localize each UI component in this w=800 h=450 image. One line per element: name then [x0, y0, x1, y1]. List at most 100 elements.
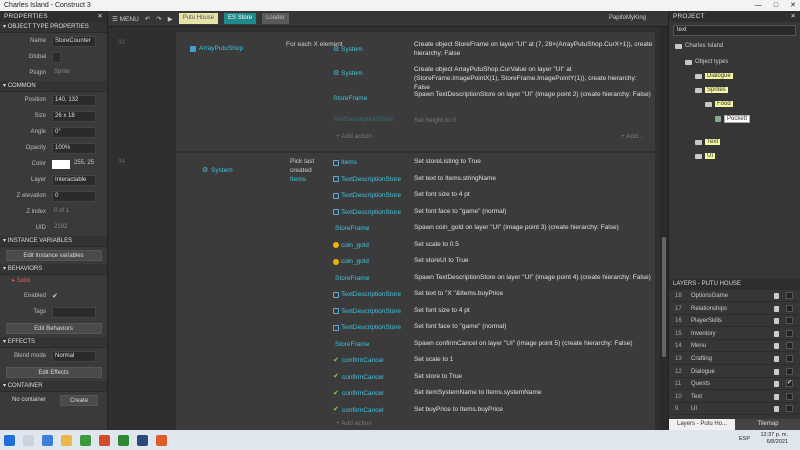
ev34-action-object-11[interactable]: StoreFrame — [333, 341, 403, 348]
layer-row[interactable]: 17 Relationships — [669, 304, 800, 315]
visibility-checkbox[interactable] — [786, 329, 793, 337]
ev34-action-text-12[interactable]: Set scale to 1 — [414, 355, 654, 364]
minimize-button[interactable]: — — [755, 0, 762, 11]
ev34-action-object-13[interactable]: ✔ confirmCancel — [333, 373, 403, 381]
section-instance-vars[interactable]: ▾ INSTANCE VARIABLES — [0, 236, 107, 247]
ev34-action-object-4[interactable]: StoreFrame — [333, 225, 403, 232]
layer-row[interactable]: 16 PlayerSkills — [669, 316, 800, 328]
layer-select[interactable]: Interactable — [52, 174, 96, 186]
tab-tilemap[interactable]: Tilemap — [735, 419, 800, 430]
ev34-action-object-15[interactable]: ✔ confirmCancel — [333, 406, 403, 414]
tags-field[interactable] — [52, 306, 96, 318]
redo-icon[interactable]: ↷ — [156, 15, 161, 23]
visibility-checkbox[interactable] — [786, 405, 793, 413]
close-panel-icon[interactable]: ✕ — [790, 11, 796, 22]
ev34-action-text-9[interactable]: Set font size to 4 pt — [414, 306, 654, 315]
tab-loader[interactable]: Loader — [262, 13, 289, 24]
undo-icon[interactable]: ↶ — [145, 15, 150, 23]
visibility-checkbox[interactable] — [786, 317, 793, 325]
layer-row[interactable]: 12 Dialogue — [669, 367, 800, 378]
ev33-action-text-0[interactable]: Create object StoreFrame on layer "UI" a… — [414, 40, 654, 58]
global-checkbox[interactable] — [52, 51, 61, 63]
edit-effects-button[interactable]: Edit Effects — [5, 367, 102, 378]
ev33-action-text-1[interactable]: Create object ArrayPutuShop.CurValue on … — [414, 65, 654, 92]
lock-icon[interactable] — [774, 393, 779, 400]
terminal-icon[interactable] — [80, 434, 91, 446]
close-button[interactable]: ✕ — [790, 0, 796, 11]
ev34-condition-text[interactable]: Pick last created — [290, 157, 336, 175]
ev34-action-text-10[interactable]: Set font face to "game" (normal) — [414, 322, 654, 331]
zelev-field[interactable]: 0 — [52, 190, 96, 202]
lock-icon[interactable] — [774, 356, 779, 362]
lock-icon[interactable] — [774, 305, 779, 312]
ev34-action-object-2[interactable]: TextDescriptionStore — [333, 192, 403, 199]
windows-start-icon[interactable] — [4, 434, 15, 446]
lock-icon[interactable] — [774, 293, 779, 299]
ev34-action-text-4[interactable]: Spawn coin_gold on layer "UI" (image poi… — [414, 223, 654, 232]
app-icon[interactable] — [42, 434, 53, 446]
ev34-action-text-1[interactable]: Set text to Items.stringName — [414, 174, 654, 183]
ev34-action-text-6[interactable]: Set storeUI to True — [414, 256, 654, 265]
lock-icon[interactable] — [774, 330, 779, 337]
user-name[interactable]: PapitoMyKing — [609, 15, 646, 21]
menu-button[interactable]: ☰ MENU — [112, 15, 139, 23]
name-field[interactable]: StoreCounter — [52, 35, 96, 47]
layer-row[interactable]: 11 Quests ✔ — [669, 379, 800, 391]
color-value[interactable]: 255, 25 — [72, 159, 96, 170]
size-field[interactable]: 26 x 18 — [52, 110, 96, 122]
layer-row[interactable]: 13 Crafting — [669, 354, 800, 365]
visibility-checkbox[interactable] — [786, 355, 793, 362]
ev34-action-object-5[interactable]: coin_gold — [333, 242, 403, 249]
lock-icon[interactable] — [774, 343, 779, 350]
ev34-action-text-14[interactable]: Set itemSystemName to Items.systemName — [414, 388, 654, 397]
lock-icon[interactable] — [774, 318, 779, 325]
opacity-field[interactable]: 100% — [52, 142, 96, 154]
tab-es-store[interactable]: ES Store — [224, 13, 257, 24]
ev34-action-text-5[interactable]: Set scale to 0.5 — [414, 240, 654, 249]
ev33-condition-object[interactable]: ArrayPutuShop — [190, 44, 243, 53]
layer-row[interactable]: 9 UI — [669, 404, 800, 416]
ev33-action-text-3[interactable]: Set height to 0 — [414, 116, 654, 125]
event-33[interactable]: ArrayPutuShop For each X element ⚙ System… — [176, 32, 655, 151]
brave-icon[interactable] — [99, 434, 110, 446]
tab-putu-house[interactable]: Putu House — [178, 13, 219, 24]
project-search-input[interactable]: text — [673, 25, 796, 36]
ev34-condition-object[interactable]: ⚙ System — [202, 166, 233, 175]
ev34-action-object-12[interactable]: ✔ confirmCancel — [333, 357, 403, 365]
ev34-action-text-2[interactable]: Set font size to 4 pt — [414, 190, 654, 199]
section-effects[interactable]: ▾ EFFECTS — [0, 337, 107, 348]
section-object-type[interactable]: ▾ OBJECT TYPE PROPERTIES — [0, 22, 107, 33]
ev34-action-object-0[interactable]: Items — [333, 159, 403, 166]
ev33-action-object-3[interactable]: TextDescriptionStore — [333, 116, 403, 123]
lock-icon[interactable] — [774, 381, 779, 388]
ev34-action-object-3[interactable]: TextDescriptionStore — [333, 209, 403, 216]
game-icon[interactable] — [118, 434, 129, 446]
ev34-action-text-15[interactable]: Set buyPrice to Items.buyPrice — [414, 405, 654, 414]
blend-select[interactable]: Normal — [52, 350, 96, 362]
ev34-action-object-6[interactable]: coin_gold — [333, 258, 403, 265]
ev34-action-text-0[interactable]: Set storeListing to True — [414, 157, 654, 166]
visibility-checkbox[interactable] — [786, 342, 793, 350]
edit-behaviors-button[interactable]: Edit Behaviors — [5, 323, 102, 334]
event-34[interactable]: ⚙ System Pick last created Items Items Set… — [176, 153, 655, 430]
section-container[interactable]: ▾ CONTAINER — [0, 381, 107, 392]
ev34-add-action[interactable]: + Add action — [336, 419, 576, 428]
section-common[interactable]: ▾ COMMON — [0, 81, 107, 92]
tree-sprites[interactable]: Sprites — [695, 87, 728, 93]
visibility-checkbox[interactable] — [786, 304, 793, 312]
search-icon[interactable] — [23, 434, 34, 446]
ev33-add[interactable]: + Add... — [621, 132, 661, 141]
tree-pockett[interactable]: Pockett — [715, 115, 751, 123]
play-icon[interactable]: ▶ — [168, 15, 173, 23]
language-indicator[interactable]: ESP — [739, 436, 750, 442]
visibility-checkbox[interactable] — [786, 292, 793, 299]
tree-dialogue[interactable]: Dialogue — [695, 73, 733, 79]
explorer-icon[interactable] — [61, 434, 72, 446]
clock[interactable]: 12:37 p. m. 6/8/2021 — [760, 432, 788, 446]
construct-icon[interactable] — [156, 434, 167, 446]
steam-icon[interactable] — [137, 434, 148, 446]
visibility-checkbox[interactable] — [786, 367, 793, 375]
ev34-condition-target[interactable]: Items — [290, 175, 306, 184]
visibility-checkbox[interactable]: ✔ — [786, 380, 793, 388]
event-sheet-scrollbar[interactable] — [660, 27, 668, 430]
